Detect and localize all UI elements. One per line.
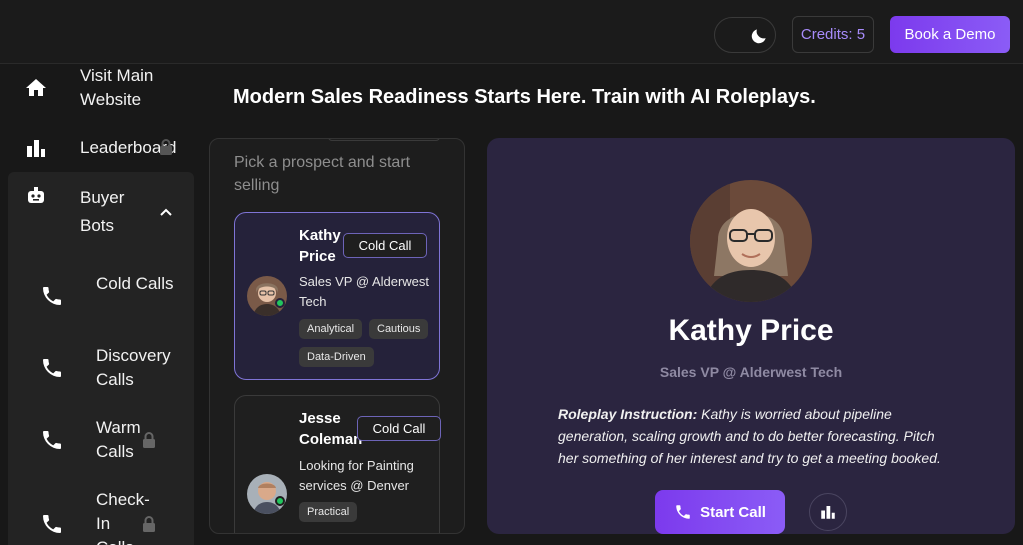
list-top-edge bbox=[328, 139, 440, 141]
start-call-button[interactable]: Start Call bbox=[655, 490, 785, 534]
sidebar: Visit Main Website Leaderboard Buyer Bot… bbox=[0, 64, 195, 545]
sidebar-item-cold-calls[interactable]: Cold Calls bbox=[8, 268, 194, 324]
instruction-label: Roleplay Instruction: bbox=[558, 406, 698, 422]
lock-icon bbox=[143, 516, 155, 532]
phone-icon bbox=[43, 359, 61, 377]
moon-icon bbox=[751, 29, 766, 44]
chevron-up-icon bbox=[160, 208, 172, 216]
sidebar-item-label: Cold Calls bbox=[96, 274, 174, 293]
trait-tag: Cautious bbox=[369, 319, 429, 339]
sidebar-item-label: Visit Main Website bbox=[80, 66, 154, 109]
lock-icon bbox=[143, 432, 155, 448]
prospect-name: Jesse Coleman bbox=[299, 410, 363, 448]
buyer-bots-group: Buyer Bots Cold Calls Discovery Calls Wa… bbox=[8, 172, 194, 545]
prospect-role-subtitle: Sales VP @ Alderwest Tech bbox=[659, 364, 843, 380]
sidebar-item-leaderboard[interactable]: Leaderboard bbox=[0, 124, 195, 172]
prospect-role: Looking for Painting services @ Denver bbox=[299, 458, 414, 493]
online-status-dot bbox=[275, 496, 285, 506]
home-icon bbox=[26, 79, 46, 96]
bar-chart-icon bbox=[821, 506, 835, 519]
top-bar: Credits: 5 Book a Demo bbox=[0, 0, 1023, 64]
prospect-detail-panel: Kathy Price Sales VP @ Alderwest Tech Ro… bbox=[487, 138, 1015, 534]
prospect-card-kathy-price[interactable]: Kathy Price Cold Call Sales VP @ Alderwe… bbox=[234, 212, 440, 380]
avatar bbox=[247, 474, 287, 514]
prospect-list: Pick a prospect and start selling Kathy … bbox=[209, 138, 465, 534]
online-status-dot bbox=[275, 298, 285, 308]
sidebar-item-check-in-calls[interactable]: Check-In Calls bbox=[8, 484, 194, 545]
start-call-label: Start Call bbox=[700, 503, 766, 521]
stats-button[interactable] bbox=[809, 493, 847, 531]
bar-chart-icon bbox=[27, 140, 45, 157]
trait-tag: Practical bbox=[299, 502, 358, 522]
page-title: Modern Sales Readiness Starts Here. Trai… bbox=[233, 86, 816, 108]
prospect-name-heading: Kathy Price bbox=[668, 314, 834, 347]
sidebar-item-label: Check-In Calls bbox=[96, 490, 150, 545]
sidebar-item-visit-main-website[interactable]: Visit Main Website bbox=[0, 64, 195, 112]
phone-icon bbox=[43, 431, 61, 449]
prospect-role: Sales VP @ Alderwest Tech bbox=[299, 274, 430, 309]
sidebar-item-warm-calls[interactable]: Warm Calls bbox=[8, 412, 194, 468]
call-type-badge[interactable]: Cold Call bbox=[343, 233, 427, 258]
prospect-card-jesse-coleman[interactable]: Jesse Coleman Cold Call Looking for Pain… bbox=[234, 395, 441, 533]
phone-icon bbox=[676, 505, 690, 519]
trait-tag: Data-Driven bbox=[299, 347, 374, 367]
sidebar-item-buyer-bots[interactable]: Buyer Bots bbox=[8, 172, 194, 242]
sidebar-item-discovery-calls[interactable]: Discovery Calls bbox=[8, 340, 194, 396]
book-demo-button[interactable]: Book a Demo bbox=[890, 16, 1010, 53]
prospect-photo bbox=[690, 180, 812, 302]
prospect-name: Kathy Price bbox=[299, 227, 341, 265]
call-type-badge[interactable]: Cold Call bbox=[357, 416, 441, 441]
avatar bbox=[247, 276, 287, 316]
theme-toggle[interactable] bbox=[714, 17, 776, 53]
trait-tag: Analytical bbox=[299, 319, 363, 339]
phone-icon bbox=[43, 287, 61, 305]
sidebar-item-label: Discovery Calls bbox=[96, 346, 171, 389]
credits-badge[interactable]: Credits: 5 bbox=[792, 16, 874, 53]
roleplay-instruction: Roleplay Instruction: Kathy is worried a… bbox=[558, 403, 953, 469]
list-hint: Pick a prospect and start selling bbox=[234, 154, 411, 194]
robot-icon bbox=[28, 187, 44, 203]
lock-icon bbox=[160, 139, 172, 155]
sidebar-item-label: Buyer Bots bbox=[80, 188, 125, 235]
phone-icon bbox=[43, 515, 61, 533]
